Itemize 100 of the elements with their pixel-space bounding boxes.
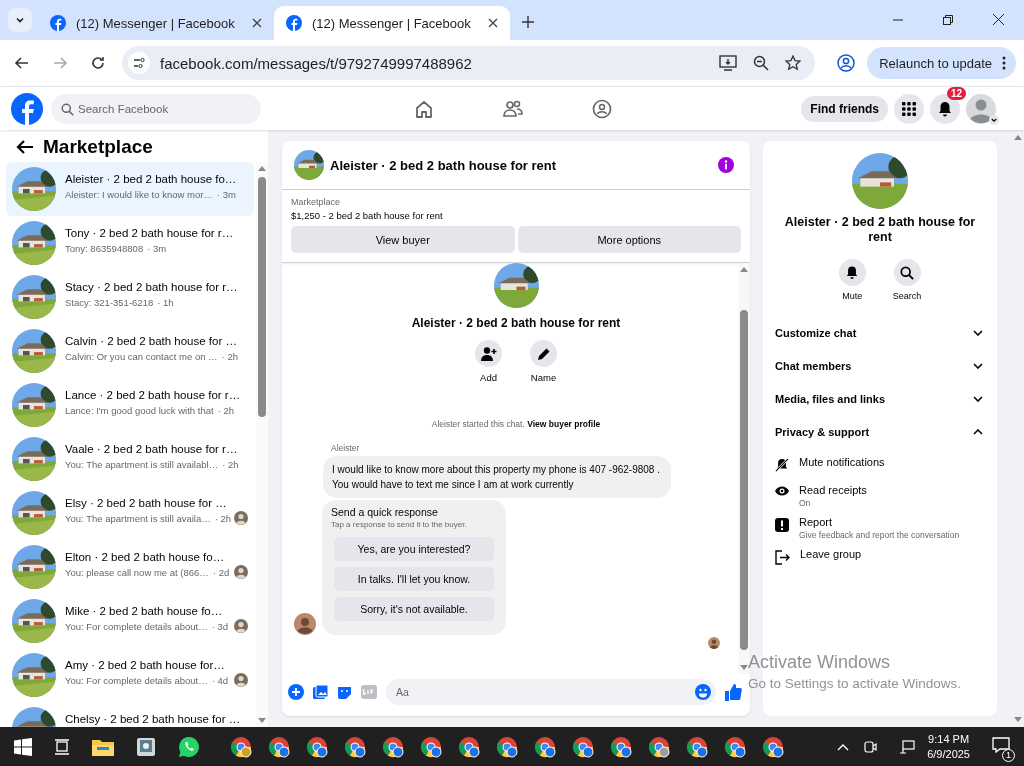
network-icon[interactable]	[899, 739, 916, 754]
search-button[interactable]	[893, 259, 921, 286]
settings-item[interactable]: Mute notifications	[775, 454, 985, 476]
chat-item[interactable]: Vaale · 2 bed 2 bath house for r… You: The apartment is still availabl… · 2h	[6, 432, 254, 486]
scroll-down-icon[interactable]	[740, 665, 748, 671]
settings-item[interactable]: Report Give feedback and report the conversation	[775, 514, 985, 540]
site-settings-icon[interactable]	[128, 52, 150, 74]
zoom-out-icon[interactable]	[753, 55, 770, 71]
browser-icon[interactable]	[420, 735, 442, 758]
browser-icon[interactable]	[496, 735, 518, 758]
info-icon[interactable]	[718, 157, 734, 173]
app-icon[interactable]	[136, 736, 156, 757]
chat-item[interactable]: Aleister · 2 bed 2 bath house fo… Aleister: I would like to know mor… · 3m	[6, 162, 254, 216]
browser-icon[interactable]	[268, 735, 290, 758]
notification-center-icon[interactable]	[992, 736, 1010, 753]
browser-icon[interactable]	[458, 735, 480, 758]
browser-icon[interactable]	[382, 735, 404, 758]
chat-item[interactable]: Elton · 2 bed 2 bath house fo… You: please call now me at (866… · 2d	[6, 540, 254, 594]
plus-icon[interactable]	[288, 684, 304, 700]
clock-time[interactable]: 9:14 PM	[928, 733, 970, 745]
browser-icon[interactable]	[306, 735, 328, 758]
relaunch-button[interactable]: Relaunch to update	[867, 47, 1016, 79]
new-tab-icon[interactable]	[522, 16, 534, 28]
listing-button[interactable]: View buyer	[291, 226, 515, 253]
browser-icon[interactable]	[534, 735, 556, 758]
browser-icon[interactable]	[230, 735, 252, 758]
chat-item[interactable]: Tony · 2 bed 2 bath house for r… Tony: 8635948808 · 3m	[6, 216, 254, 270]
star-icon[interactable]	[785, 55, 802, 71]
section-header[interactable]: Media, files and links	[775, 382, 985, 415]
chat-item[interactable]: Amy · 2 bed 2 bath house for… You: For complete details about… · 4d	[6, 648, 254, 702]
emoji-icon[interactable]	[695, 684, 711, 700]
task-view-icon[interactable]	[54, 738, 70, 755]
close-icon[interactable]	[993, 14, 1004, 25]
section-header[interactable]: Chat members	[775, 349, 985, 382]
quick-response-button[interactable]: Sorry, it's not available.	[334, 597, 494, 621]
home-icon[interactable]	[414, 98, 434, 119]
chat-item[interactable]: Elsy · 2 bed 2 bath house for … You: The apartment is still availa… · 2h	[6, 486, 254, 540]
scroll-down-icon[interactable]	[1014, 717, 1022, 723]
chat-item[interactable]: Lance · 2 bed 2 bath house for r… Lance: I'm good good luck with that · 2h	[6, 378, 254, 432]
eye-icon	[775, 486, 789, 496]
photo-icon[interactable]	[313, 684, 328, 700]
groups-icon[interactable]	[592, 98, 612, 119]
more-icon[interactable]	[1002, 56, 1006, 70]
view-buyer-profile-link[interactable]: View buyer profile	[527, 419, 601, 429]
profile-icon[interactable]	[837, 54, 856, 72]
folder-icon[interactable]	[92, 737, 114, 756]
browser-icon[interactable]	[686, 735, 708, 758]
address-field[interactable]: facebook.com/messages/t/9792749997488962	[122, 46, 816, 80]
reload-icon[interactable]	[90, 55, 106, 71]
friends-icon[interactable]	[502, 98, 524, 119]
browser-icon[interactable]	[344, 735, 366, 758]
browser-icon[interactable]	[610, 735, 632, 758]
scroll-up-icon[interactable]	[1014, 134, 1022, 140]
restore-icon[interactable]	[943, 15, 953, 25]
chat-app-icon[interactable]	[178, 735, 200, 758]
chat-item[interactable]: Calvin · 2 bed 2 bath house for … Calvin: Or you can contact me on … · 2h	[6, 324, 254, 378]
settings-item[interactable]: Leave group	[775, 546, 985, 568]
logo-icon[interactable]	[11, 92, 43, 125]
settings-item[interactable]: Read receipts On	[775, 482, 985, 508]
browser-icon[interactable]	[572, 735, 594, 758]
listing-button[interactable]: More options	[517, 226, 741, 253]
browser-icon[interactable]	[648, 735, 670, 758]
scroll-up-icon[interactable]	[740, 266, 748, 272]
back-icon[interactable]	[14, 55, 30, 71]
find-friends-button[interactable]: Find friends	[801, 95, 888, 122]
scroll-up-icon[interactable]	[258, 165, 266, 171]
message-time: · 2h	[222, 459, 239, 470]
browser-icon[interactable]	[762, 735, 784, 758]
message-field[interactable]: Aa	[386, 679, 716, 705]
meet-icon[interactable]	[863, 739, 878, 754]
mute-button[interactable]	[838, 259, 866, 286]
rename-button[interactable]	[530, 340, 557, 367]
browser-tab[interactable]: (12) Messenger | Facebook	[274, 6, 510, 40]
back-icon[interactable]	[16, 139, 34, 155]
scroll-down-icon[interactable]	[258, 718, 266, 724]
quick-response-button[interactable]: Yes, are you interested?	[334, 537, 494, 561]
browser-tab[interactable]: (12) Messenger | Facebook	[38, 6, 274, 40]
section-header[interactable]: Privacy & support	[775, 415, 985, 448]
notification-badge: 12	[946, 86, 966, 100]
install-icon[interactable]	[719, 55, 738, 71]
chat-item[interactable]: Mike · 2 bed 2 bath house fo… You: For complete details about… · 3d	[6, 594, 254, 648]
clock-date[interactable]: 6/9/2025	[927, 748, 970, 760]
tab-search-button[interactable]	[8, 8, 32, 32]
chevron-up-icon[interactable]	[837, 742, 850, 751]
close-icon[interactable]	[252, 18, 262, 28]
add-person-button[interactable]	[475, 340, 502, 367]
search-field[interactable]: Search Facebook	[51, 93, 261, 124]
thumbs-up-icon[interactable]	[725, 683, 742, 701]
sticker-icon[interactable]	[337, 684, 352, 700]
scrollbar-thumb[interactable]	[740, 310, 748, 650]
section-header[interactable]: Customize chat	[775, 316, 985, 349]
quick-response-button[interactable]: In talks. I'll let you know.	[334, 567, 494, 591]
menu-button[interactable]	[894, 93, 924, 124]
chat-item[interactable]: Stacy · 2 bed 2 bath house for r… Stacy: 321-351-6218 · 1h	[6, 270, 254, 324]
listing-title: $1,250 - 2 bed 2 bath house for rent	[291, 210, 444, 221]
browser-icon[interactable]	[724, 735, 746, 758]
scrollbar-thumb[interactable]	[258, 177, 266, 417]
start-icon[interactable]	[14, 737, 32, 756]
close-icon[interactable]	[488, 18, 498, 28]
caret-icon[interactable]	[989, 114, 999, 125]
